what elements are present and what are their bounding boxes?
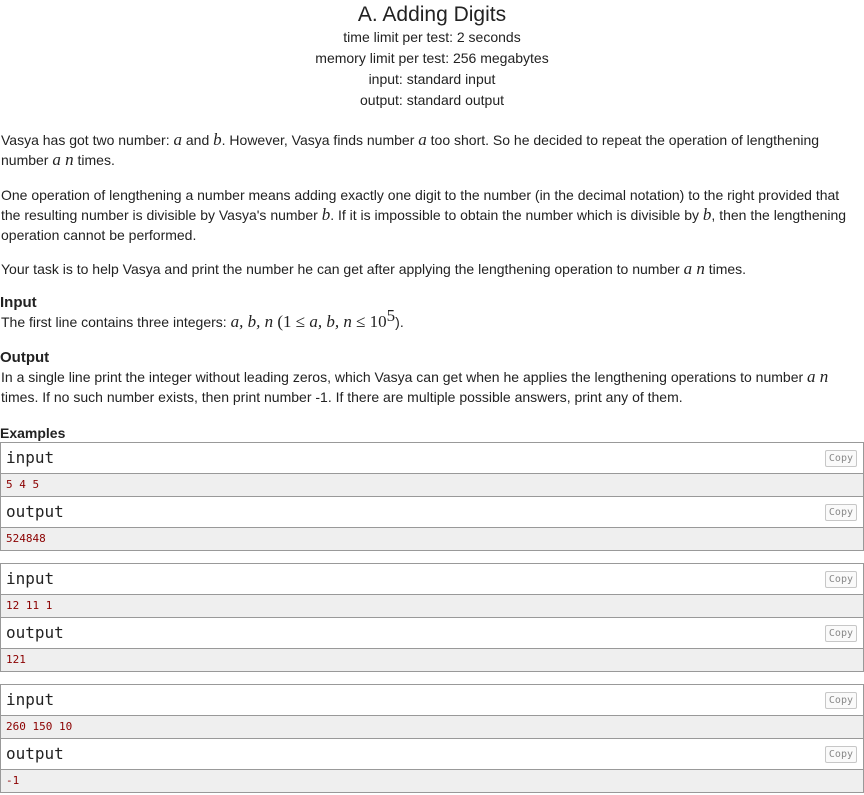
copy-button[interactable]: Copy — [824, 504, 857, 521]
example-output-header: output Copy — [1, 496, 863, 528]
math-var: a, b, n — [230, 312, 274, 331]
copy-button[interactable]: Copy — [824, 450, 857, 467]
input-file: input: standard input — [368, 71, 496, 87]
copy-button[interactable]: Copy — [824, 571, 857, 588]
text: times. — [704, 261, 747, 277]
copy-button[interactable]: Copy — [824, 692, 857, 709]
output-section-title: Output — [0, 349, 50, 366]
examples-title: Examples — [0, 425, 66, 441]
example-output-value: -1 — [1, 770, 863, 792]
math-var: a n — [807, 367, 829, 386]
math-var: a n — [52, 150, 74, 169]
example-1: input Copy 5 4 5 output Copy 524848 — [0, 442, 864, 551]
text: times. If no such number exists, then pr… — [1, 389, 683, 405]
statement-paragraph-2: One operation of lengthening a number me… — [0, 185, 862, 245]
text: times. — [73, 152, 115, 168]
input-section: Input The first line contains three inte… — [0, 294, 862, 332]
example-output-value: 524848 — [1, 528, 863, 550]
example-input-value: 5 4 5 — [1, 474, 863, 496]
problem-statement: Vasya has got two number: a and b. Howev… — [0, 130, 862, 170]
example-input-label: input — [6, 690, 55, 709]
example-2: input Copy 12 11 1 output Copy 121 — [0, 563, 864, 672]
example-output-label: output — [6, 744, 64, 763]
math-exponent: 5 — [386, 306, 396, 325]
example-output-value: 121 — [1, 649, 863, 671]
example-output-label: output — [6, 502, 64, 521]
input-spec-text: The first line contains three integers: … — [0, 307, 862, 332]
output-file: output: standard output — [360, 92, 504, 108]
statement-paragraph-1: Vasya has got two number: a and b. Howev… — [0, 130, 862, 170]
text: ). — [395, 314, 404, 330]
math-text: (1 ≤ — [273, 312, 310, 331]
text: Your task is to help Vasya and print the… — [1, 261, 684, 277]
time-limit: time limit per test: 2 seconds — [343, 29, 521, 45]
input-section-title: Input — [0, 294, 37, 311]
statement-block-2: One operation of lengthening a number me… — [0, 185, 862, 245]
math-var: a, b, n — [309, 312, 352, 331]
copy-button[interactable]: Copy — [824, 746, 857, 763]
example-3: input Copy 260 150 10 output Copy -1 — [0, 684, 864, 793]
math-var: a — [173, 130, 183, 149]
copy-button[interactable]: Copy — [824, 625, 857, 642]
text: and — [182, 132, 214, 148]
statement-block-3: Your task is to help Vasya and print the… — [0, 259, 862, 279]
text: In a single line print the integer witho… — [1, 369, 808, 385]
output-section: Output In a single line print the intege… — [0, 349, 862, 407]
statement-paragraph-3: Your task is to help Vasya and print the… — [0, 259, 862, 279]
problem-title: A. Adding Digits — [357, 3, 507, 26]
example-input-header: input Copy — [1, 685, 863, 716]
text: Vasya has got two number: — [1, 132, 174, 148]
output-spec-text: In a single line print the integer witho… — [0, 367, 862, 407]
text: The first line contains three integers: — [1, 314, 231, 330]
math-var: b — [213, 130, 222, 149]
example-input-header: input Copy — [1, 443, 863, 474]
example-output-header: output Copy — [1, 738, 863, 770]
memory-limit: memory limit per test: 256 megabytes — [315, 50, 549, 66]
math-var: b — [321, 205, 331, 224]
example-input-header: input Copy — [1, 564, 863, 595]
example-input-label: input — [6, 448, 55, 467]
math-text: ≤ 10 — [351, 312, 387, 331]
math-var: a n — [683, 259, 705, 278]
example-output-header: output Copy — [1, 617, 863, 649]
example-input-value: 12 11 1 — [1, 595, 863, 617]
example-output-label: output — [6, 623, 64, 642]
math-var: a — [418, 130, 427, 149]
example-input-label: input — [6, 569, 55, 588]
example-input-value: 260 150 10 — [1, 716, 863, 738]
text: . However, Vasya finds number — [221, 132, 419, 148]
problem-header: A. Adding Digits time limit per test: 2 … — [0, 3, 864, 111]
text: . If it is impossible to obtain the numb… — [330, 207, 703, 223]
